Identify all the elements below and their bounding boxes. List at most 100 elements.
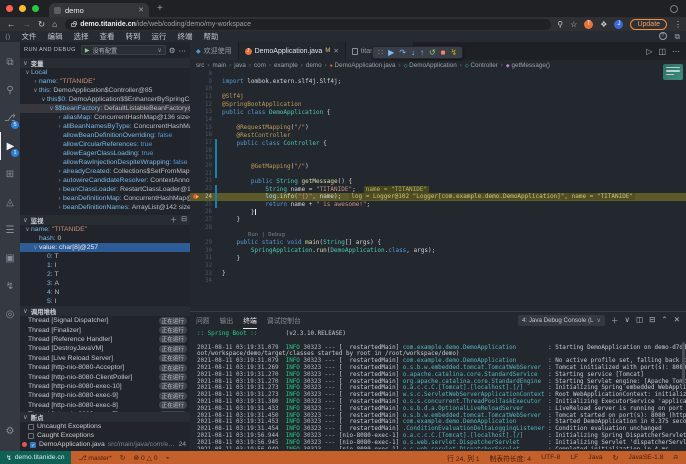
split-editor-icon[interactable]: ◫ — [658, 47, 666, 56]
watch-section-header[interactable]: ∨监视 ＋⊟ — [20, 215, 190, 225]
chevron-expanded-icon[interactable]: ∨ — [24, 69, 31, 76]
variable-row[interactable]: ›allBeanNamesByType: ConcurrentHashMap@1… — [20, 122, 190, 131]
status-java-runtime[interactable]: JavaSE-1.8 — [628, 454, 663, 461]
code-line-28[interactable]: 28 — [190, 224, 686, 232]
code-line-27[interactable]: 27 } — [190, 216, 686, 224]
variable-row[interactable]: ›autowireCandidateResolver: ContextAnnot… — [20, 176, 190, 185]
chevron-collapsed-icon[interactable]: › — [56, 178, 63, 184]
menu-选择[interactable]: 选择 — [73, 32, 88, 41]
gutter[interactable]: 12 — [190, 101, 222, 109]
gutter[interactable]: 34 — [190, 278, 222, 286]
gutter[interactable]: 9 — [190, 78, 222, 86]
breakpoint-row[interactable]: ✓DemoApplication.javasrc/main/java/com/e… — [20, 440, 190, 449]
watch-row[interactable]: 1: I — [20, 261, 190, 270]
settings-gear-icon[interactable]: ⚙ — [0, 417, 20, 445]
source-control-icon[interactable]: ⎇5 — [0, 104, 20, 132]
watch-row[interactable]: 4: N — [20, 288, 190, 297]
gutter[interactable]: 21 — [190, 170, 222, 178]
gutter[interactable]: 17 — [190, 139, 222, 147]
traffic-close-icon[interactable] — [6, 5, 13, 12]
tab-close-icon[interactable]: ✕ — [138, 6, 144, 14]
breakpoint-row[interactable]: Caught Exceptions — [20, 431, 190, 440]
chevron-collapsed-icon[interactable]: › — [56, 187, 63, 193]
search-icon[interactable]: ⚲ — [0, 76, 20, 104]
callstack-section-header[interactable]: ∨调用堆栈 — [20, 306, 190, 316]
thread-row[interactable]: Thread [http-nio-8080-exec-8]正在运行 — [20, 401, 190, 410]
gutter[interactable]: 14 — [190, 116, 222, 124]
status-sync[interactable]: ↻ — [120, 454, 126, 462]
chevron-collapsed-icon[interactable]: › — [56, 124, 63, 130]
layout-icon[interactable]: ⧉ — [675, 32, 680, 42]
chevron-collapsed-icon[interactable]: › — [56, 205, 63, 211]
chevron-expanded-icon[interactable]: ∨ — [32, 244, 39, 251]
update-button[interactable]: Update — [630, 19, 667, 30]
maximize-panel-icon[interactable]: ⌃ — [661, 315, 667, 326]
status-git-branch[interactable]: ⎇ master* — [79, 454, 112, 462]
extensions-puzzle-icon[interactable]: ❖ — [600, 20, 607, 29]
code-line-9[interactable]: 9import lombok.extern.slf4j.Slf4j; — [190, 78, 686, 86]
gutter[interactable]: 19 — [190, 155, 222, 163]
gutter[interactable]: 23 — [190, 185, 222, 193]
code-line-22[interactable]: 22 public String getMessage() { — [190, 178, 686, 186]
breakpoint-checkbox[interactable] — [28, 424, 34, 430]
code-line-18[interactable]: 18 — [190, 147, 686, 155]
menu-文件[interactable]: 文件 — [21, 32, 36, 41]
menu-编辑[interactable]: 编辑 — [47, 32, 62, 41]
code-line-11[interactable]: 11@Slf4j — [190, 93, 686, 101]
new-terminal-icon[interactable]: ＋ — [611, 315, 619, 326]
code-line-32[interactable]: 32 — [190, 262, 686, 270]
watch-row[interactable]: 5: I — [20, 297, 190, 306]
status-encoding[interactable]: UTF-8 — [541, 454, 560, 461]
chevron-expanded-icon[interactable]: ∨ — [24, 226, 31, 233]
gutter[interactable]: 16 — [190, 132, 222, 140]
variable-row[interactable]: ›beanDefinitionNames: ArrayList@142 size… — [20, 203, 190, 212]
thread-row[interactable]: Thread [Live Reload Server]正在运行 — [20, 354, 190, 363]
gutter[interactable]: 11 — [190, 93, 222, 101]
status-eol[interactable]: LF — [570, 454, 578, 461]
chevron-collapsed-icon[interactable]: › — [56, 169, 63, 175]
help-icon[interactable]: ? — [659, 32, 667, 40]
code-line-17[interactable]: 17 public class Controller { — [190, 139, 686, 147]
variable-row[interactable]: ›alreadyCreated: Collections$SetFromMap@… — [20, 167, 190, 176]
gutter[interactable]: 22 — [190, 178, 222, 186]
codelens-run-debug[interactable]: Run | Debug — [222, 232, 285, 238]
breakpoint-checkbox[interactable] — [28, 433, 34, 439]
gutter[interactable]: 25 — [190, 201, 222, 209]
back-button[interactable]: ← — [7, 19, 16, 29]
gutter[interactable]: 33 — [190, 270, 222, 278]
collapse-watch-icon[interactable]: ⊟ — [181, 215, 187, 225]
gutter[interactable]: 15 — [190, 124, 222, 132]
code-line-31[interactable]: 31 } — [190, 255, 686, 263]
variables-section-header[interactable]: ∨变量 — [20, 58, 190, 68]
variable-row[interactable]: ›name: "TITANIDE" — [20, 77, 190, 86]
variable-row[interactable]: allowCircularReferences: true — [20, 140, 190, 149]
terminal-dropdown-icon[interactable]: ∨ — [625, 315, 631, 326]
gutter[interactable]: 30 — [190, 247, 222, 255]
explorer-icon[interactable]: ⧉ — [0, 48, 20, 76]
panel-tab-终端[interactable]: 终端 — [243, 312, 257, 329]
code-line-34[interactable]: 34 — [190, 278, 686, 286]
step-out-button[interactable]: ↑ — [420, 47, 424, 58]
variable-row[interactable]: ∨this: DemoApplication$Controller@85 — [20, 86, 190, 95]
thread-row[interactable]: Thread [http-nio-8080-Acceptor]正在运行 — [20, 363, 190, 372]
code-line-16[interactable]: 16 @RestController — [190, 132, 686, 140]
gutter[interactable]: 18 — [190, 147, 222, 155]
split-terminal-icon[interactable]: ◫ — [636, 315, 643, 326]
watch-row[interactable]: 2: T — [20, 270, 190, 279]
sidebar-more-icon[interactable]: ⋯ — [179, 46, 187, 55]
variable-row[interactable]: allowEagerClassLoading: true — [20, 149, 190, 158]
status-language-mode[interactable]: Java — [588, 454, 602, 461]
variable-row[interactable]: allowBeanDefinitionOverriding: false — [20, 131, 190, 140]
gutter[interactable]: 29 — [190, 239, 222, 247]
code-line-12[interactable]: 12@SpringBootApplication — [190, 101, 686, 109]
chevron-expanded-icon[interactable]: ∨ — [48, 105, 55, 112]
menu-运行[interactable]: 运行 — [151, 32, 166, 41]
target-icon[interactable]: ◎ — [0, 300, 20, 328]
zoom-icon[interactable]: ⚲ — [557, 20, 563, 29]
code-line-23[interactable]: 23 String name = "TITANIDE";name = "TITA… — [190, 185, 686, 193]
gutter[interactable]: 32 — [190, 262, 222, 270]
breadcrumb-item[interactable]: ◇ DemoApplication — [404, 62, 457, 69]
extensions-icon[interactable]: ⊞ — [0, 160, 20, 188]
breakpoint-row[interactable]: Uncaught Exceptions — [20, 422, 190, 431]
watch-row[interactable]: 3: A — [20, 279, 190, 288]
